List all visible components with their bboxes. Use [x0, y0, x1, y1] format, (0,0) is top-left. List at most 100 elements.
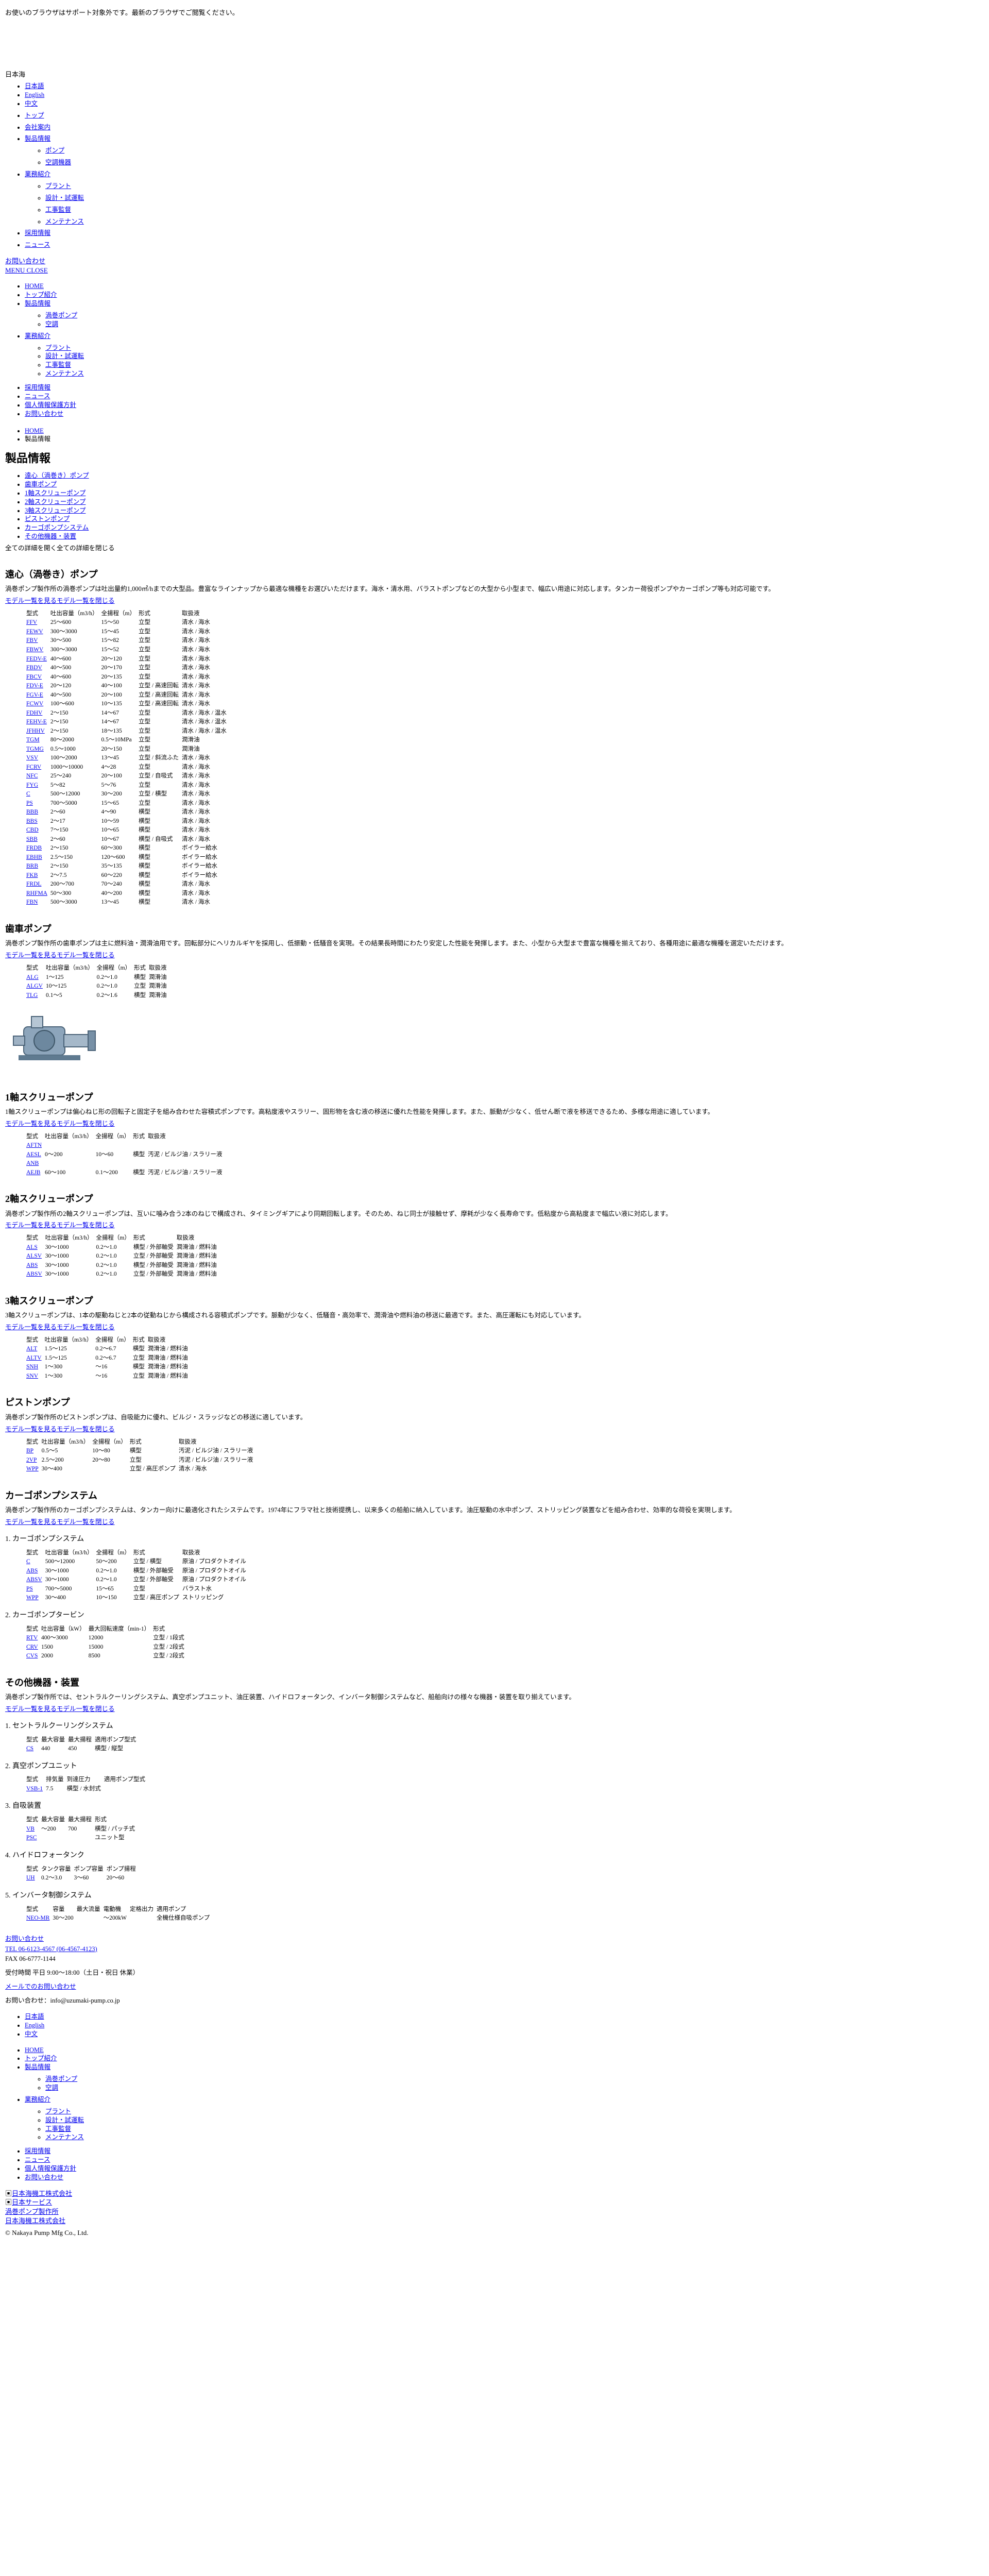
model-link[interactable]: FFV [26, 619, 37, 625]
nav2-link-home[interactable]: HOME [25, 282, 44, 290]
model-link[interactable]: ABSV [26, 1577, 42, 1583]
footer-lang-link-en[interactable]: English [25, 2022, 44, 2029]
nav2-sublink-maintenance[interactable]: メンテナンス [45, 370, 84, 377]
footer-nav-link-home[interactable]: HOME [25, 2046, 44, 2054]
footer-sublink-plant[interactable]: プラント [45, 2108, 71, 2115]
nav2-link-works[interactable]: 業務紹介 [25, 332, 50, 340]
footer-banner-link[interactable]: 日本海機工株式会社 [12, 2190, 72, 2197]
model-link[interactable]: BRB [26, 863, 38, 869]
model-link[interactable]: CS [26, 1745, 33, 1752]
nav2-sublink-supervision[interactable]: 工事監督 [45, 361, 71, 368]
model-link[interactable]: VSB-1 [26, 1786, 43, 1792]
model-link[interactable]: C [26, 791, 30, 797]
nav2-link-company[interactable]: トップ紹介 [25, 291, 57, 298]
model-link[interactable]: FEWV [26, 629, 43, 635]
model-link[interactable]: FKB [26, 872, 38, 878]
model-link[interactable]: PS [26, 800, 33, 806]
model-link[interactable]: ALSV [26, 1253, 42, 1259]
model-link[interactable]: FBN [26, 899, 38, 905]
footer-sublink-supervision[interactable]: 工事監督 [45, 2125, 71, 2132]
nav-link-top[interactable]: トップ [25, 112, 44, 119]
model-link[interactable]: C [26, 1558, 30, 1565]
footer-nav-link-products[interactable]: 製品情報 [25, 2063, 50, 2071]
model-link[interactable]: SNV [26, 1373, 38, 1379]
submenu-link-design[interactable]: 設計・試運転 [45, 194, 84, 201]
footer-lang-link-zh[interactable]: 中文 [25, 2030, 38, 2038]
anchor-link-screw1[interactable]: 1軸スクリューポンプ [25, 489, 86, 497]
nav2-link-contact[interactable]: お問い合わせ [25, 410, 63, 417]
model-link[interactable]: SNH [26, 1364, 38, 1370]
model-link[interactable]: SBB [26, 836, 38, 842]
model-link[interactable]: FBWV [26, 647, 43, 653]
anchor-link-piston[interactable]: ピストンポンプ [25, 515, 70, 522]
model-link[interactable]: TGMG [26, 746, 44, 752]
submenu-link-aircon[interactable]: 空調機器 [45, 159, 71, 166]
menu-close-button[interactable]: MENU CLOSE [5, 266, 48, 274]
submenu-link-maintenance[interactable]: メンテナンス [45, 218, 84, 225]
anchor-link-cargo[interactable]: カーゴポンプシステム [25, 524, 89, 531]
model-link[interactable]: ABS [26, 1262, 38, 1268]
nav-link-news[interactable]: ニュース [25, 241, 50, 248]
model-link[interactable]: VSV [26, 755, 38, 761]
model-list-toggle[interactable]: モデル一覧を見るモデル一覧を閉じる [5, 952, 115, 959]
lang-link-zh[interactable]: 中文 [25, 100, 38, 107]
footer-nav-link-news[interactable]: ニュース [25, 2156, 50, 2163]
model-link[interactable]: CBD [26, 827, 39, 833]
nav2-sublink-plant[interactable]: プラント [45, 344, 71, 351]
model-link[interactable]: ABS [26, 1568, 38, 1574]
logo[interactable]: 日本海 [5, 70, 984, 79]
footer-nav-link-recruit[interactable]: 採用情報 [25, 2147, 50, 2155]
footer-banner-link[interactable]: 渦巻ポンプ製作所 [5, 2208, 59, 2215]
model-link[interactable]: AFTN [26, 1142, 42, 1148]
model-link[interactable]: BBB [26, 809, 38, 815]
model-link[interactable]: NEO-MR [26, 1915, 49, 1921]
model-link[interactable]: AEJB [26, 1170, 40, 1176]
model-link[interactable]: CVS [26, 1653, 38, 1659]
model-link[interactable]: FRDL [26, 881, 41, 887]
footer-mail-link[interactable]: メールでのお問い合わせ [5, 1983, 76, 1990]
nav-link-products[interactable]: 製品情報 [25, 135, 50, 142]
model-link[interactable]: AESL [26, 1151, 41, 1158]
anchor-link-screw3[interactable]: 3軸スクリューポンプ [25, 507, 86, 514]
model-link[interactable]: UH [26, 1875, 35, 1881]
footer-nav-link-contact[interactable]: お問い合わせ [25, 2174, 63, 2181]
model-link[interactable]: FCWV [26, 701, 43, 707]
footer-banner-link[interactable]: 日本海機工株式会社 [5, 2217, 65, 2225]
footer-contact-title[interactable]: お問い合わせ [5, 1935, 44, 1942]
nav2-sublink-pump[interactable]: 渦巻ポンプ [45, 312, 77, 319]
footer-nav-link-privacy[interactable]: 個人情報保護方針 [25, 2165, 76, 2172]
model-link[interactable]: ALGV [26, 983, 43, 989]
anchor-link-screw2[interactable]: 2軸スクリューポンプ [25, 498, 86, 505]
submenu-link-plant[interactable]: プラント [45, 182, 71, 190]
model-link[interactable]: FBV [26, 637, 38, 643]
footer-banner-link[interactable]: 日本サービス [12, 2198, 52, 2206]
nav-link-company[interactable]: 会社案内 [25, 124, 50, 131]
model-list-toggle[interactable]: モデル一覧を見るモデル一覧を閉じる [5, 597, 115, 604]
nav2-sublink-aircon[interactable]: 空調 [45, 320, 58, 328]
model-link[interactable]: PS [26, 1586, 33, 1592]
model-link[interactable]: 2VP [26, 1457, 37, 1463]
model-link[interactable]: BP [26, 1448, 33, 1454]
footer-sublink-pump[interactable]: 渦巻ポンプ [45, 2075, 77, 2082]
model-link[interactable]: ALT [26, 1346, 37, 1352]
model-list-toggle[interactable]: モデル一覧を見るモデル一覧を閉じる [5, 1705, 115, 1713]
model-link[interactable]: FBCV [26, 674, 42, 680]
model-link[interactable]: CRV [26, 1644, 38, 1650]
lang-link-ja[interactable]: 日本語 [25, 82, 44, 90]
anchor-link-other[interactable]: その他機器・装置 [25, 533, 76, 540]
model-link[interactable]: RHFMA [26, 890, 47, 896]
nav2-link-news[interactable]: ニュース [25, 393, 50, 400]
model-link[interactable]: FBDV [26, 665, 42, 671]
footer-nav-link-company[interactable]: トップ紹介 [25, 2055, 57, 2062]
model-link[interactable]: ABSV [26, 1271, 42, 1277]
model-link[interactable]: FEDV-E [26, 656, 47, 662]
model-link[interactable]: ALS [26, 1244, 38, 1250]
model-link[interactable]: JFHHV [26, 728, 45, 734]
model-list-toggle[interactable]: モデル一覧を見るモデル一覧を閉じる [5, 1120, 115, 1127]
model-link[interactable]: FYG [26, 782, 38, 788]
nav2-sublink-design[interactable]: 設計・試運転 [45, 352, 84, 360]
nav2-link-recruit[interactable]: 採用情報 [25, 384, 50, 391]
submenu-link-pump[interactable]: ポンプ [45, 147, 64, 154]
model-link[interactable]: RTV [26, 1635, 38, 1641]
model-link[interactable]: NFC [26, 773, 38, 779]
